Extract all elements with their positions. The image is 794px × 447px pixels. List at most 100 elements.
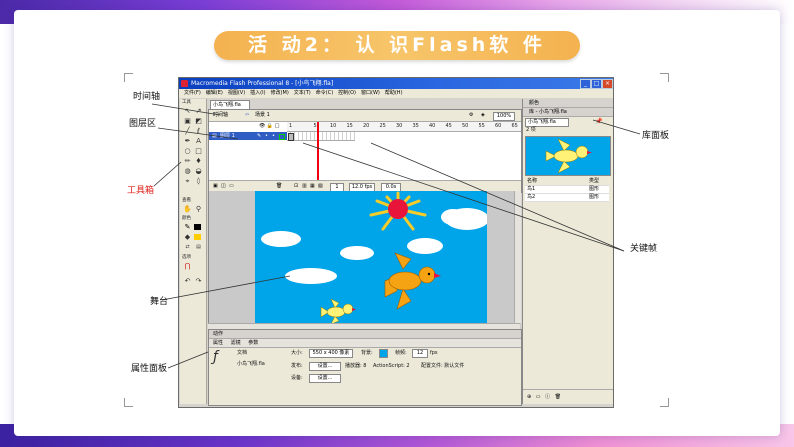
stroke-color-icon[interactable]: ✎ — [183, 223, 192, 231]
ruler-tick-label: 60 — [495, 123, 502, 129]
flash-app-icon — [181, 80, 188, 87]
menu-file[interactable]: 文件(F) — [184, 90, 201, 96]
menu-text[interactable]: 文本(T) — [294, 90, 311, 96]
layer-visible-dot[interactable]: • — [265, 132, 268, 140]
smooth-icon[interactable]: ↶ — [183, 277, 192, 285]
brush-icon[interactable]: ♦ — [194, 157, 203, 165]
hand-icon[interactable]: ✋ — [183, 205, 192, 213]
actionscript-info: ActionScript: 2 — [373, 363, 410, 369]
timeline-tab[interactable]: 时间轴 — [213, 110, 228, 121]
library-item-type: 图形 — [589, 194, 600, 200]
layer-row[interactable]: ▤ 图层 1 ✎ • • — [209, 132, 287, 140]
device-settings-button[interactable]: 设置... — [309, 374, 341, 383]
back-arrow-icon[interactable]: ⇦ — [245, 110, 249, 121]
layer-outline-box[interactable] — [279, 134, 285, 140]
arrow-icon[interactable]: ↖ — [183, 107, 192, 115]
minimize-button[interactable]: _ — [580, 79, 591, 89]
freetransform-icon[interactable]: ▣ — [183, 117, 192, 125]
frame-cells[interactable] — [287, 132, 355, 141]
menu-view[interactable]: 视图(V) — [228, 90, 245, 96]
size-button[interactable]: 550 x 400 像素 — [309, 349, 353, 358]
corner-mark — [124, 398, 133, 407]
stage[interactable] — [255, 191, 487, 324]
new-folder-icon[interactable]: ▭ — [536, 394, 541, 400]
close-button[interactable]: × — [602, 79, 613, 89]
actions-panel-bar[interactable]: 动作 — [209, 330, 521, 339]
sun-graphic — [369, 191, 427, 231]
pen-icon[interactable]: ✒ — [183, 137, 192, 145]
pencil-icon[interactable]: ✏ — [183, 157, 192, 165]
paintbucket-icon[interactable]: ◒ — [194, 167, 203, 175]
flash-doc-icon: ƒ — [213, 349, 218, 365]
oval-icon[interactable]: ○ — [183, 147, 192, 155]
maximize-button[interactable]: □ — [591, 79, 602, 89]
color-panel-title: 颜色 — [529, 100, 540, 106]
text-icon[interactable]: A — [194, 137, 203, 145]
window-title: Macromedia Flash Professional 8 - [小鸟飞翔.… — [191, 80, 334, 87]
menu-edit[interactable]: 编辑(E) — [206, 90, 223, 96]
subselect-icon[interactable]: ↗ — [194, 107, 203, 115]
pencil-edit-icon: ✎ — [257, 133, 262, 139]
edit-scene-icon[interactable]: ⚙ — [469, 110, 473, 121]
publish-label: 发布: — [291, 363, 303, 369]
corner-mark — [660, 398, 669, 407]
swap-colors-icon[interactable]: ⇄ — [183, 243, 192, 251]
size-label: 大小: — [291, 350, 303, 356]
stage-vertical-scrollbar[interactable] — [514, 191, 521, 323]
eraser-icon[interactable]: ◊ — [194, 177, 203, 185]
label-library: 库面板 — [642, 131, 670, 141]
library-item-type: 图形 — [589, 186, 600, 192]
ruler-tick-label: 45 — [445, 123, 452, 129]
tab-document[interactable]: 小鸟飞翔.fla — [210, 100, 250, 109]
new-symbol-icon[interactable]: ⊕ — [527, 394, 531, 400]
menu-commands[interactable]: 命令(C) — [316, 90, 333, 96]
document-tabs: 小鸟飞翔.fla — [208, 99, 520, 109]
eyedropper-icon[interactable]: ⌖ — [183, 177, 192, 185]
zoom-icon[interactable]: ⚲ — [194, 205, 203, 213]
inkbottle-icon[interactable]: ◍ — [183, 167, 192, 175]
lasso-icon[interactable]: ℓ — [194, 127, 203, 135]
menu-control[interactable]: 控制(O) — [338, 90, 356, 96]
keyframe-cell[interactable] — [288, 133, 294, 141]
scene-name[interactable]: 场景 1 — [255, 110, 270, 121]
delete-icon[interactable]: 🗑 — [555, 394, 561, 400]
pin-icon[interactable]: 📌 — [595, 118, 602, 125]
fps-input[interactable]: 12 — [412, 349, 428, 358]
layer-header-icons: 👁 🔒 □ — [259, 123, 280, 129]
line-icon[interactable]: ╱ — [183, 127, 192, 135]
background-swatch[interactable] — [379, 349, 388, 358]
background-label: 背景: — [361, 350, 373, 356]
default-colors-icon[interactable]: ▤ — [194, 243, 203, 251]
actions-panel-title: 动作 — [213, 331, 224, 337]
zoom-select[interactable]: 100% — [493, 112, 515, 121]
tab-filters[interactable]: 滤镜 — [231, 340, 241, 346]
menu-modify[interactable]: 修改(M) — [271, 90, 289, 96]
publish-settings-button[interactable]: 设置... — [309, 362, 341, 371]
fill-swatch[interactable] — [194, 234, 201, 240]
edit-symbol-icon[interactable]: ◈ — [481, 110, 485, 121]
rect-icon[interactable]: □ — [194, 147, 203, 155]
tab-properties[interactable]: 属性 — [213, 340, 223, 346]
tab-parameters[interactable]: 参数 — [248, 340, 258, 346]
library-panel-bar[interactable]: 库 - 小鸟飞翔.fla — [523, 108, 613, 117]
menu-insert[interactable]: 插入(I) — [250, 90, 265, 96]
fill-transform-icon[interactable]: ◩ — [194, 117, 203, 125]
library-item[interactable]: 鸟2 图形 — [525, 194, 609, 202]
menu-bar: 文件(F) 编辑(E) 视图(V) 插入(I) 修改(M) 文本(T) 命令(C) 控制(O)… — [179, 89, 613, 98]
toolbox: 工具 ↖ ↗ ▣ ◩ ╱ ℓ ✒ A ○ □ ✏ ♦ ◍ ◒ ⌖ ◊ 查看 ✋ … — [180, 99, 207, 404]
toolbox-heading-options: 选项 — [182, 255, 191, 260]
properties-icon[interactable]: ⓘ — [545, 394, 550, 400]
color-panel-bar[interactable]: 颜色 — [523, 99, 613, 108]
ruler-tick-label: 1 — [289, 123, 293, 129]
doc-type-label: 文档 — [237, 350, 248, 356]
menu-window[interactable]: 窗口(W) — [361, 90, 380, 96]
menu-help[interactable]: 帮助(H) — [385, 90, 403, 96]
snap-magnet-icon[interactable]: ⋂ — [183, 262, 192, 270]
label-timeline: 时间轴 — [133, 92, 161, 102]
fill-color-icon[interactable]: ◆ — [183, 233, 192, 241]
stroke-swatch[interactable] — [194, 224, 201, 230]
library-item[interactable]: 鸟1 图形 — [525, 186, 609, 194]
straighten-icon[interactable]: ↷ — [194, 277, 203, 285]
layer-lock-dot[interactable]: • — [272, 132, 275, 140]
label-properties: 属性面板 — [131, 364, 168, 374]
